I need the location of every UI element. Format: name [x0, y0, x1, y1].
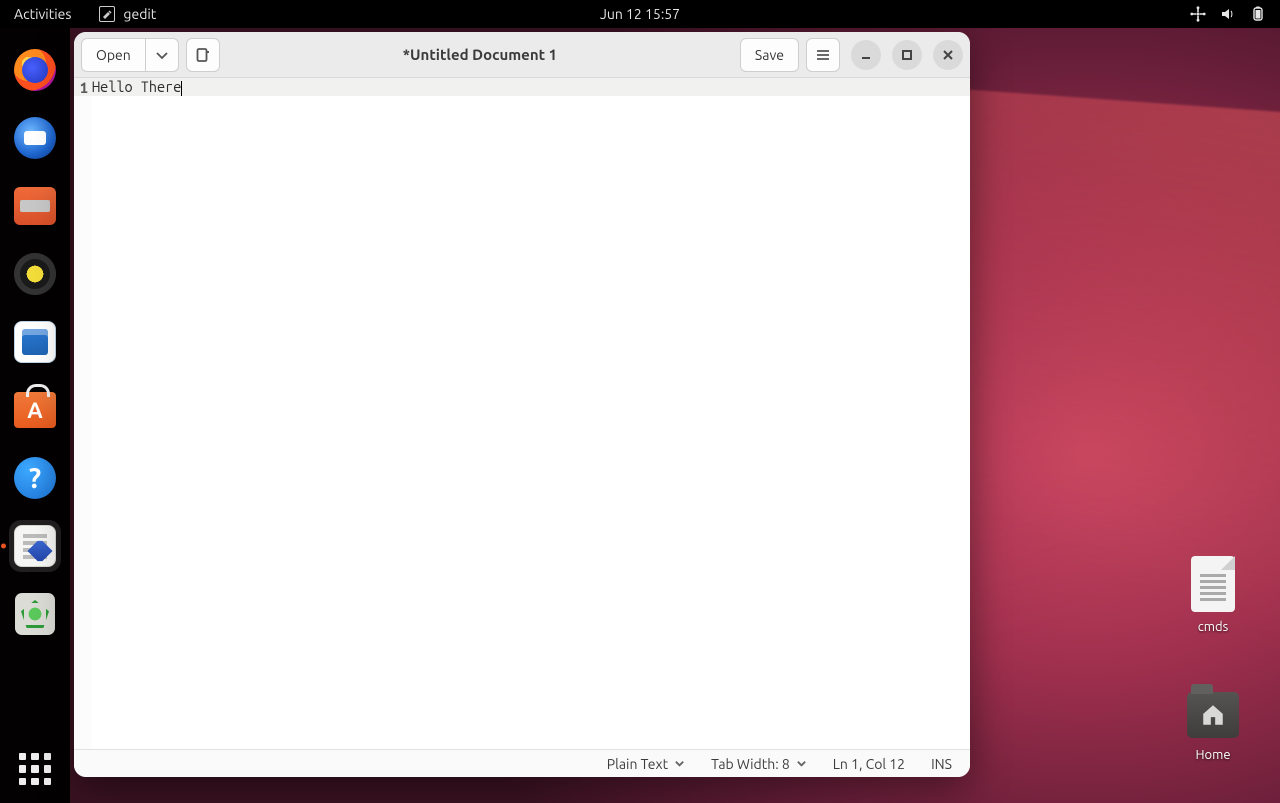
desktop-folder-home[interactable]: Home	[1168, 682, 1258, 762]
network-icon	[1190, 6, 1206, 22]
hamburger-icon	[815, 47, 831, 63]
dock-thunderbird[interactable]	[9, 112, 61, 164]
line-number: 1	[74, 79, 90, 96]
minimize-button[interactable]	[851, 40, 881, 70]
gnome-top-bar: Activities gedit Jun 12 15:57	[0, 0, 1280, 28]
syntax-label: Plain Text	[607, 756, 668, 772]
editor-line[interactable]: 1 Hello There	[74, 78, 970, 96]
tabwidth-label: Tab Width: 8	[711, 756, 790, 772]
help-icon: ?	[13, 456, 57, 500]
system-tray[interactable]	[1190, 6, 1280, 22]
dock-firefox[interactable]	[9, 44, 61, 96]
volume-icon	[1220, 6, 1236, 22]
syntax-selector[interactable]: Plain Text	[607, 756, 685, 772]
minimize-icon	[860, 49, 872, 61]
gedit-window: Open *Untitled Document 1 Save 1 Hello T…	[74, 32, 970, 777]
open-button[interactable]: Open	[81, 38, 145, 72]
save-button[interactable]: Save	[740, 38, 799, 72]
gedit-menu-icon	[99, 6, 115, 22]
desktop-file-label: cmds	[1168, 620, 1258, 634]
new-document-icon	[195, 47, 211, 63]
writer-icon	[13, 320, 57, 364]
dock-files[interactable]	[9, 180, 61, 232]
cursor-position: Ln 1, Col 12	[833, 756, 905, 772]
battery-icon	[1250, 6, 1266, 22]
dock: ?	[0, 28, 70, 803]
dock-rhythmbox[interactable]	[9, 248, 61, 300]
rhythmbox-icon	[13, 252, 57, 296]
close-icon	[942, 49, 954, 61]
maximize-icon	[901, 49, 913, 61]
new-tab-button[interactable]	[186, 38, 220, 72]
text-caret	[181, 81, 182, 96]
hamburger-menu-button[interactable]	[806, 38, 840, 72]
software-icon	[13, 388, 57, 432]
window-title: *Untitled Document 1	[227, 46, 733, 63]
open-recent-dropdown[interactable]	[145, 38, 179, 72]
dock-help[interactable]: ?	[9, 452, 61, 504]
gedit-icon	[13, 524, 57, 568]
dock-trash[interactable]	[9, 588, 61, 640]
dock-software[interactable]	[9, 384, 61, 436]
close-button[interactable]	[933, 40, 963, 70]
thunderbird-icon	[13, 116, 57, 160]
files-icon	[13, 184, 57, 228]
desktop-folder-label: Home	[1168, 748, 1258, 762]
headerbar: Open *Untitled Document 1 Save	[74, 32, 970, 78]
dock-libreoffice-writer[interactable]	[9, 316, 61, 368]
editor-area[interactable]: 1 Hello There	[74, 78, 970, 749]
text-file-icon	[1187, 554, 1239, 614]
chevron-down-icon	[796, 758, 807, 769]
tabwidth-selector[interactable]: Tab Width: 8	[711, 756, 807, 772]
insert-mode[interactable]: INS	[931, 756, 952, 772]
statusbar: Plain Text Tab Width: 8 Ln 1, Col 12 INS	[74, 749, 970, 777]
clock[interactable]: Jun 12 15:57	[600, 6, 680, 22]
chevron-down-icon	[674, 758, 685, 769]
open-split-button: Open	[81, 38, 179, 72]
show-applications-button[interactable]	[19, 753, 51, 785]
maximize-button[interactable]	[892, 40, 922, 70]
home-folder-icon	[1187, 682, 1239, 742]
dock-gedit[interactable]	[9, 520, 61, 572]
desktop-file-cmds[interactable]: cmds	[1168, 554, 1258, 634]
trash-icon	[13, 592, 57, 636]
current-app-label: gedit	[123, 6, 156, 22]
activities-button[interactable]: Activities	[0, 6, 85, 22]
chevron-down-icon	[154, 47, 170, 63]
current-app-menu[interactable]: gedit	[85, 6, 170, 22]
firefox-icon	[13, 48, 57, 92]
line-text[interactable]: Hello There	[90, 78, 182, 96]
